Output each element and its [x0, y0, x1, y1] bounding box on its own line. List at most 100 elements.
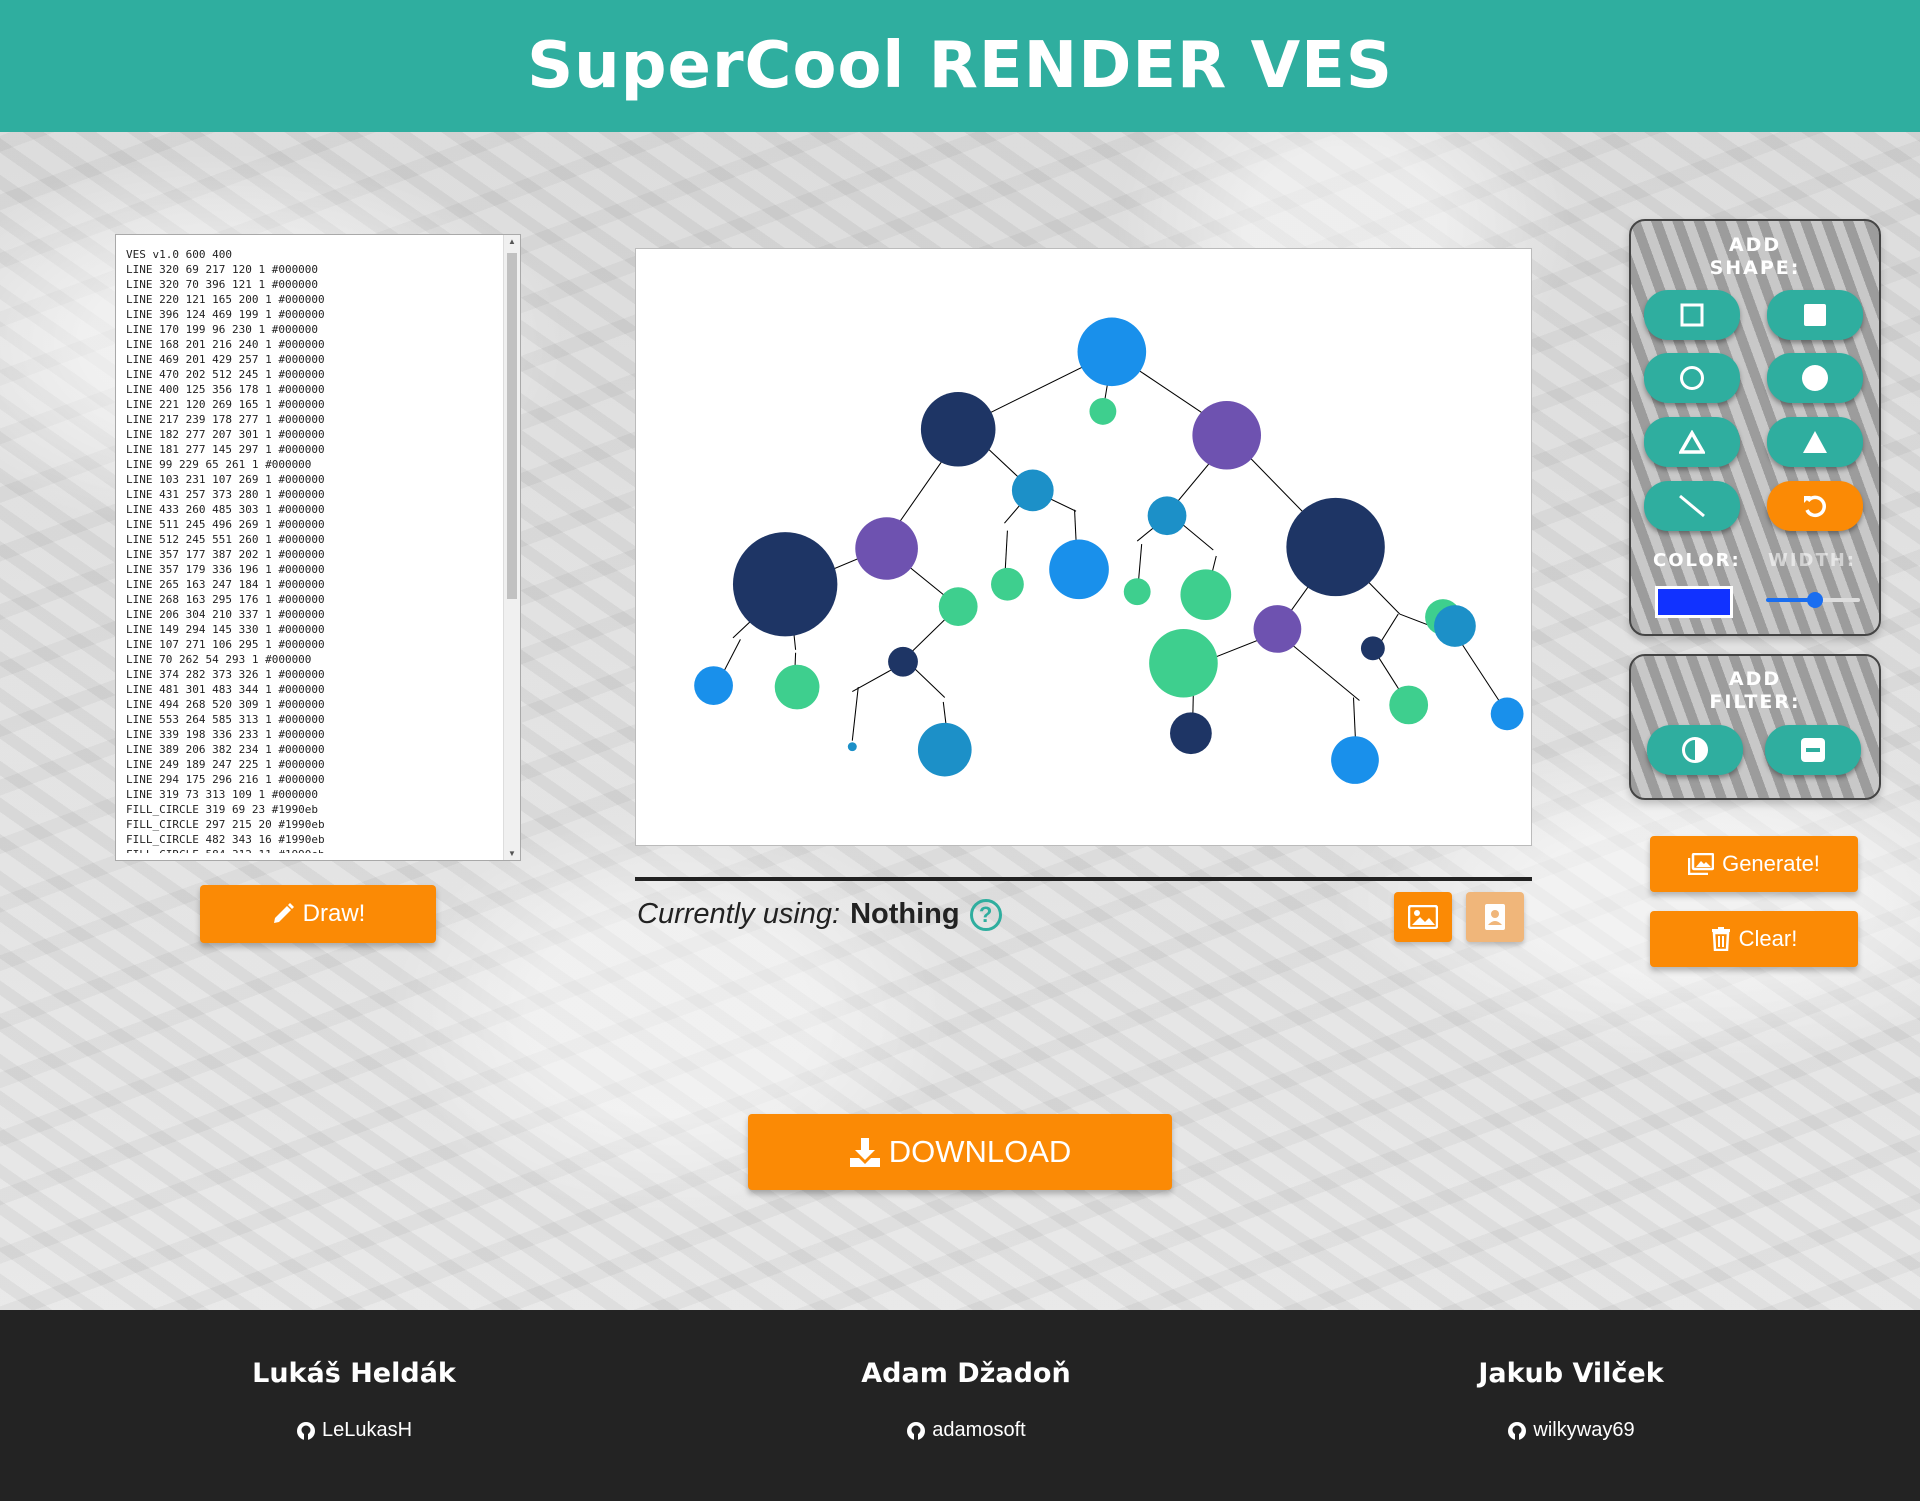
author-name: Jakub Vilček	[1478, 1358, 1664, 1389]
code-line: LINE 206 304 210 337 1 #000000	[126, 608, 325, 621]
code-line: FILL_CIRCLE 297 215 20 #1990eb	[126, 818, 325, 831]
drawn-circle	[855, 517, 918, 580]
status-value: Nothing	[850, 898, 960, 930]
ves-code-editor[interactable]: VES v1.0 600 400 LINE 320 69 217 120 1 #0…	[115, 234, 521, 861]
author-github-link[interactable]: LeLukasH	[154, 1419, 554, 1442]
code-line: LINE 319 73 313 109 1 #000000	[126, 788, 319, 801]
help-icon[interactable]: ?	[969, 898, 1002, 931]
code-line: LINE 70 262 54 293 1 #000000	[126, 653, 312, 666]
code-line: LINE 268 163 295 176 1 #000000	[126, 593, 325, 606]
drawn-circle	[1286, 497, 1385, 597]
author-github-link[interactable]: adamosoft	[766, 1419, 1166, 1442]
code-line: LINE 339 198 336 233 1 #000000	[126, 728, 325, 741]
add-line-button[interactable]	[1644, 481, 1740, 531]
square-outline-icon	[1680, 303, 1704, 327]
image-icon	[1408, 905, 1438, 929]
code-scrollbar[interactable]: ▲ ▼	[503, 235, 520, 860]
drawn-circle	[1389, 685, 1429, 725]
images-icon	[1688, 853, 1715, 875]
code-line: LINE 217 239 178 277 1 #000000	[126, 413, 325, 426]
code-line: LINE 181 277 145 297 1 #000000	[126, 443, 325, 456]
width-slider-knob[interactable]	[1807, 592, 1823, 608]
drawn-circle	[1049, 539, 1109, 600]
code-line: LINE 107 271 106 295 1 #000000	[126, 638, 325, 651]
drawn-circle	[1170, 712, 1212, 755]
code-line: LINE 320 70 396 121 1 #000000	[126, 278, 319, 291]
code-line: LINE 168 201 216 240 1 #000000	[126, 338, 325, 351]
contrast-icon	[1682, 737, 1708, 763]
drawn-line	[851, 687, 859, 741]
triangle-outline-icon	[1679, 430, 1705, 454]
code-line: LINE 431 257 373 280 1 #000000	[126, 488, 325, 501]
add-circle-button[interactable]	[1644, 353, 1740, 403]
code-line: FILL_CIRCLE 584 312 11 #1990eb	[126, 847, 504, 853]
ves-code-text[interactable]: VES v1.0 600 400 LINE 320 69 217 120 1 #0…	[126, 247, 504, 853]
add-triangle-button[interactable]	[1644, 417, 1740, 467]
image-upload-button[interactable]	[1394, 892, 1452, 942]
code-line: LINE 220 121 165 200 1 #000000	[126, 293, 325, 306]
render-canvas[interactable]	[635, 248, 1532, 846]
contrast-filter-button[interactable]	[1647, 725, 1743, 775]
add-filled-circle-button[interactable]	[1767, 353, 1863, 403]
color-label: COLOR:	[1653, 550, 1741, 571]
drawn-circle	[1089, 398, 1117, 425]
drawn-circle	[938, 587, 978, 626]
code-line: FILL_CIRCLE 319 69 23 #1990eb	[126, 803, 319, 816]
author-1: Lukáš Heldák LeLukasH	[154, 1358, 554, 1442]
download-button-label: DOWNLOAD	[888, 1134, 1072, 1169]
draw-button-label: Draw!	[302, 900, 366, 927]
draw-button[interactable]: Draw!	[200, 885, 436, 943]
author-2: Adam Džadoň adamosoft	[766, 1358, 1166, 1442]
drawn-circle	[1077, 317, 1147, 387]
grayscale-filter-button[interactable]	[1765, 725, 1861, 775]
scroll-down-icon[interactable]: ▼	[507, 849, 517, 858]
add-filled-square-button[interactable]	[1767, 290, 1863, 340]
canvas-divider	[635, 877, 1532, 881]
author-3: Jakub Vilček wilkyway69	[1371, 1358, 1771, 1442]
add-square-button[interactable]	[1644, 290, 1740, 340]
author-handle[interactable]: adamosoft	[932, 1419, 1025, 1442]
drawn-circle	[1331, 736, 1379, 784]
code-line: LINE 469 201 429 257 1 #000000	[126, 353, 325, 366]
drawn-circle	[1011, 469, 1054, 512]
code-line: VES v1.0 600 400	[126, 248, 232, 261]
filter-panel-title: ADD	[1728, 668, 1782, 690]
github-icon	[296, 1421, 315, 1440]
status-label: Currently using:	[637, 898, 841, 930]
undo-button[interactable]	[1767, 481, 1863, 531]
app-title: SuperCool RENDER VES	[527, 29, 1393, 103]
drawn-circle	[1147, 496, 1187, 536]
author-github-link[interactable]: wilkyway69	[1371, 1419, 1771, 1442]
circle-outline-icon	[1680, 366, 1704, 390]
render-svg	[694, 317, 1524, 784]
add-filled-triangle-button[interactable]	[1767, 417, 1863, 467]
square-filled-icon	[1804, 304, 1826, 326]
download-button[interactable]: DOWNLOAD	[748, 1114, 1172, 1190]
author-handle[interactable]: wilkyway69	[1533, 1419, 1634, 1442]
scroll-up-icon[interactable]: ▲	[507, 237, 517, 246]
author-handle[interactable]: LeLukasH	[322, 1419, 412, 1442]
code-line: LINE 494 268 520 309 1 #000000	[126, 698, 325, 711]
code-line: LINE 389 206 382 234 1 #000000	[126, 743, 325, 756]
pencil-icon	[273, 903, 294, 923]
code-line: LINE 374 282 373 326 1 #000000	[126, 668, 325, 681]
code-line: LINE 470 202 512 245 1 #000000	[126, 368, 325, 381]
drawn-circle	[920, 392, 996, 467]
code-line: LINE 320 69 217 120 1 #000000	[126, 263, 319, 276]
scroll-thumb[interactable]	[507, 253, 517, 599]
drawn-circle	[1360, 636, 1385, 661]
code-line: FILL_CIRCLE 482 343 16 #1990eb	[126, 833, 325, 846]
portrait-button[interactable]	[1466, 892, 1524, 942]
trash-icon	[1711, 927, 1730, 951]
code-line: LINE 553 264 585 313 1 #000000	[126, 713, 325, 726]
shape-panel-title-2: SHAPE:	[1709, 257, 1801, 279]
code-line: LINE 265 163 247 184 1 #000000	[126, 578, 325, 591]
undo-icon	[1804, 495, 1826, 518]
author-name: Lukáš Heldák	[252, 1358, 456, 1389]
generate-button[interactable]: Generate!	[1650, 836, 1858, 892]
code-line: LINE 481 301 483 344 1 #000000	[126, 683, 325, 696]
color-picker[interactable]	[1655, 586, 1733, 618]
current-tool-status: Currently using: Nothing ?	[637, 898, 1002, 931]
clear-button[interactable]: Clear!	[1650, 911, 1858, 967]
code-line: LINE 103 231 107 269 1 #000000	[126, 473, 325, 486]
